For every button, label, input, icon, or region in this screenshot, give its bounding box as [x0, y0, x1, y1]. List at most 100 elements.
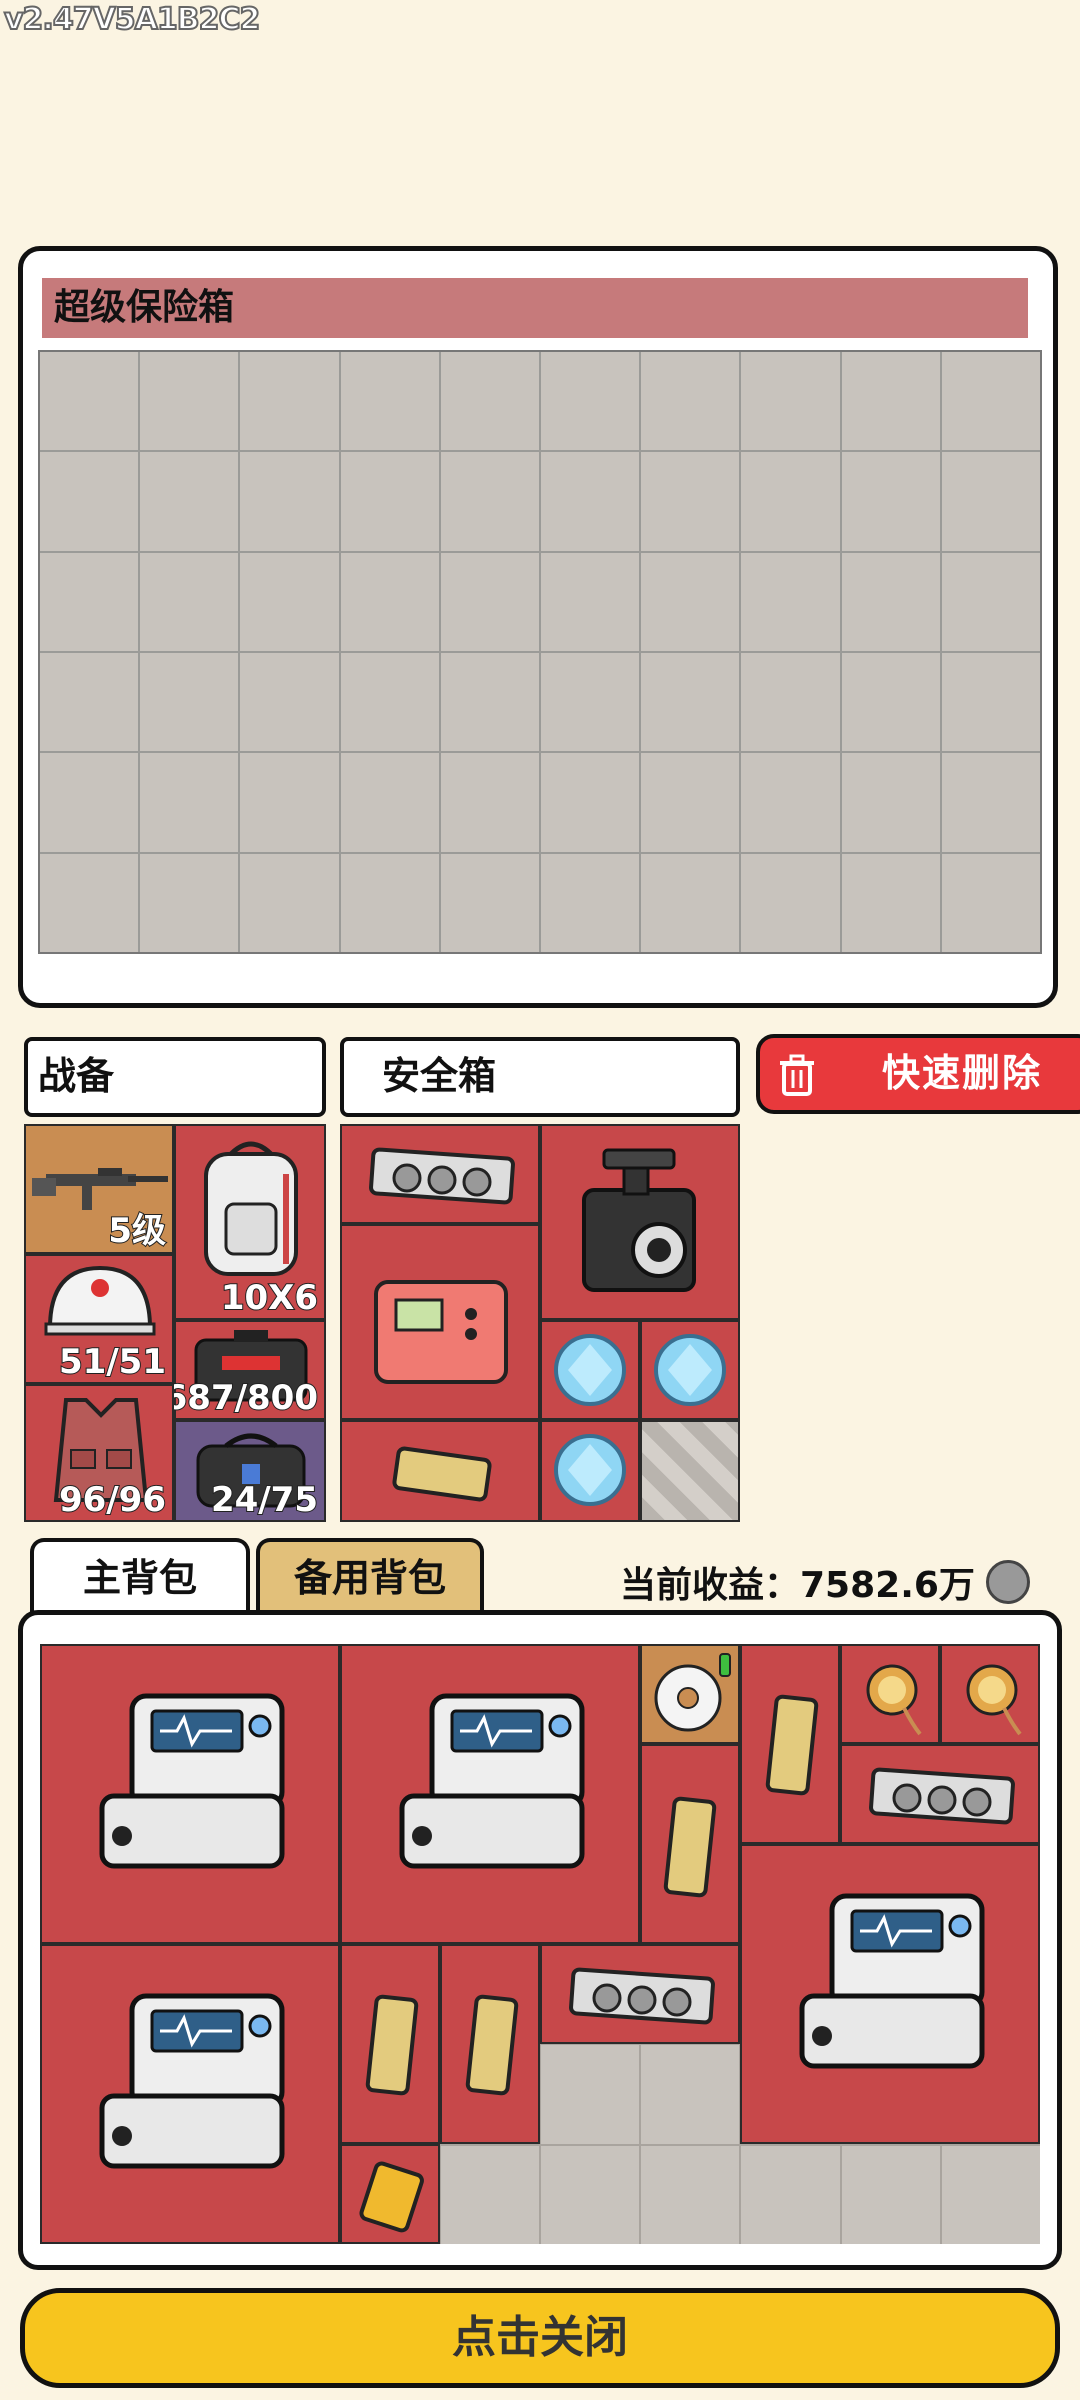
super-safe-slot[interactable]	[140, 352, 239, 451]
equipment-slot-backpack[interactable]: 10X6	[174, 1124, 326, 1320]
super-safe-slot[interactable]	[941, 653, 1040, 752]
bag-item-pocket-watch-2[interactable]	[940, 1644, 1040, 1744]
equipment-slot-chest-rig[interactable]: 24/75	[174, 1420, 326, 1522]
safe-item-gpu[interactable]	[340, 1124, 540, 1224]
super-safe-slot[interactable]	[440, 452, 539, 551]
super-safe-slot[interactable]	[641, 753, 740, 852]
super-safe-slot[interactable]	[240, 452, 339, 551]
bag-item-disc[interactable]	[640, 1644, 740, 1744]
super-safe-slot[interactable]	[440, 753, 539, 852]
super-safe-slot[interactable]	[340, 853, 439, 952]
equipment-slot-case[interactable]: 687/800	[163, 1320, 326, 1420]
close-button[interactable]: 点击关闭	[20, 2288, 1060, 2388]
super-safe-slot[interactable]	[340, 352, 439, 451]
super-safe-slot[interactable]	[841, 853, 940, 952]
safe-item-diamond-3[interactable]	[540, 1420, 640, 1522]
super-safe-slot[interactable]	[40, 853, 139, 952]
super-safe-slot[interactable]	[741, 853, 840, 952]
bag-item-gold-bar-4[interactable]	[440, 1944, 540, 2144]
backpack-slot[interactable]	[540, 2045, 640, 2144]
bag-item-monitor-4[interactable]	[40, 1944, 340, 2244]
super-safe-slot[interactable]	[240, 653, 339, 752]
super-safe-slot[interactable]	[340, 452, 439, 551]
super-safe-slot[interactable]	[440, 653, 539, 752]
safe-item-gold-bar[interactable]	[340, 1420, 540, 1522]
super-safe-slot[interactable]	[140, 753, 239, 852]
super-safe-slot[interactable]	[140, 552, 239, 651]
super-safe-slot[interactable]	[40, 653, 139, 752]
super-safe-slot[interactable]	[941, 352, 1040, 451]
super-safe-slot[interactable]	[941, 452, 1040, 551]
safe-item-diamond-2[interactable]	[640, 1320, 740, 1420]
super-safe-slot[interactable]	[641, 452, 740, 551]
super-safe-slot[interactable]	[340, 653, 439, 752]
super-safe-slot[interactable]	[240, 552, 339, 651]
super-safe-slot[interactable]	[540, 653, 640, 752]
super-safe-slot[interactable]	[941, 853, 1040, 952]
quick-delete-button[interactable]: 快速删除	[756, 1034, 1080, 1114]
backpack-slot[interactable]	[440, 2145, 539, 2244]
super-safe-slot[interactable]	[340, 552, 439, 651]
super-safe-slot[interactable]	[941, 753, 1040, 852]
super-safe-slot[interactable]	[741, 753, 840, 852]
super-safe-slot[interactable]	[140, 653, 239, 752]
super-safe-slot[interactable]	[540, 853, 640, 952]
bag-item-gold-ingot[interactable]	[340, 2144, 440, 2244]
backpack-slot[interactable]	[941, 2145, 1040, 2244]
safe-item-incubator[interactable]	[340, 1224, 540, 1420]
super-safe-slot[interactable]	[140, 853, 239, 952]
super-safe-slot[interactable]	[741, 653, 840, 752]
super-safe-slot[interactable]	[741, 452, 840, 551]
super-safe-slot[interactable]	[240, 352, 339, 451]
bag-item-gold-bar-3[interactable]	[340, 1944, 440, 2144]
super-safe-slot[interactable]	[540, 552, 640, 651]
safe-item-diamond-1[interactable]	[540, 1320, 640, 1420]
equipment-slot-vest[interactable]: 96/96	[24, 1384, 174, 1522]
equipment-slot-weapon[interactable]: 5级	[24, 1124, 174, 1254]
super-safe-slot[interactable]	[40, 452, 139, 551]
super-safe-slot[interactable]	[40, 352, 139, 451]
bag-item-monitor-1[interactable]	[40, 1644, 340, 1944]
bag-item-monitor-3[interactable]	[740, 1844, 1040, 2144]
super-safe-slot[interactable]	[240, 753, 339, 852]
super-safe-slot[interactable]	[841, 552, 940, 651]
super-safe-slot[interactable]	[140, 452, 239, 551]
tab-main-backpack[interactable]: 主背包	[30, 1538, 250, 1618]
super-safe-slot[interactable]	[641, 653, 740, 752]
super-safe-slot[interactable]	[240, 853, 339, 952]
backpack-slot[interactable]	[641, 2045, 740, 2144]
backpack-slot[interactable]	[741, 2145, 840, 2244]
bag-item-pocket-watch-1[interactable]	[840, 1644, 940, 1744]
super-safe-slot[interactable]	[741, 352, 840, 451]
super-safe-slot[interactable]	[841, 452, 940, 551]
bag-item-gold-bar-1[interactable]	[640, 1744, 740, 1944]
safe-slot-empty[interactable]	[640, 1420, 740, 1522]
super-safe-slot[interactable]	[40, 753, 139, 852]
super-safe-slot[interactable]	[340, 753, 439, 852]
bag-item-monitor-2[interactable]	[340, 1644, 640, 1944]
super-safe-slot[interactable]	[741, 552, 840, 651]
super-safe-slot[interactable]	[641, 552, 740, 651]
super-safe-slot[interactable]	[440, 853, 539, 952]
bag-item-gpu-1[interactable]	[840, 1744, 1040, 1844]
super-safe-slot[interactable]	[540, 352, 640, 451]
bag-item-gpu-2[interactable]	[540, 1944, 740, 2044]
safe-item-camera[interactable]	[540, 1124, 740, 1320]
super-safe-slot[interactable]	[641, 853, 740, 952]
super-safe-slot[interactable]	[641, 352, 740, 451]
backpack-slot[interactable]	[641, 2145, 740, 2244]
super-safe-slot[interactable]	[440, 552, 539, 651]
super-safe-slot[interactable]	[841, 352, 940, 451]
super-safe-slot[interactable]	[440, 352, 539, 451]
super-safe-slot[interactable]	[841, 653, 940, 752]
super-safe-slot[interactable]	[540, 452, 640, 551]
bag-item-gold-bar-2[interactable]	[740, 1644, 840, 1844]
super-safe-slot[interactable]	[841, 753, 940, 852]
super-safe-slot[interactable]	[40, 552, 139, 651]
super-safe-grid[interactable]	[38, 350, 1042, 954]
backpack-slot[interactable]	[841, 2145, 940, 2244]
super-safe-slot[interactable]	[941, 552, 1040, 651]
equipment-slot-helmet[interactable]: 51/51	[24, 1254, 174, 1384]
tab-backup-backpack[interactable]: 备用背包	[256, 1538, 484, 1618]
super-safe-slot[interactable]	[540, 753, 640, 852]
